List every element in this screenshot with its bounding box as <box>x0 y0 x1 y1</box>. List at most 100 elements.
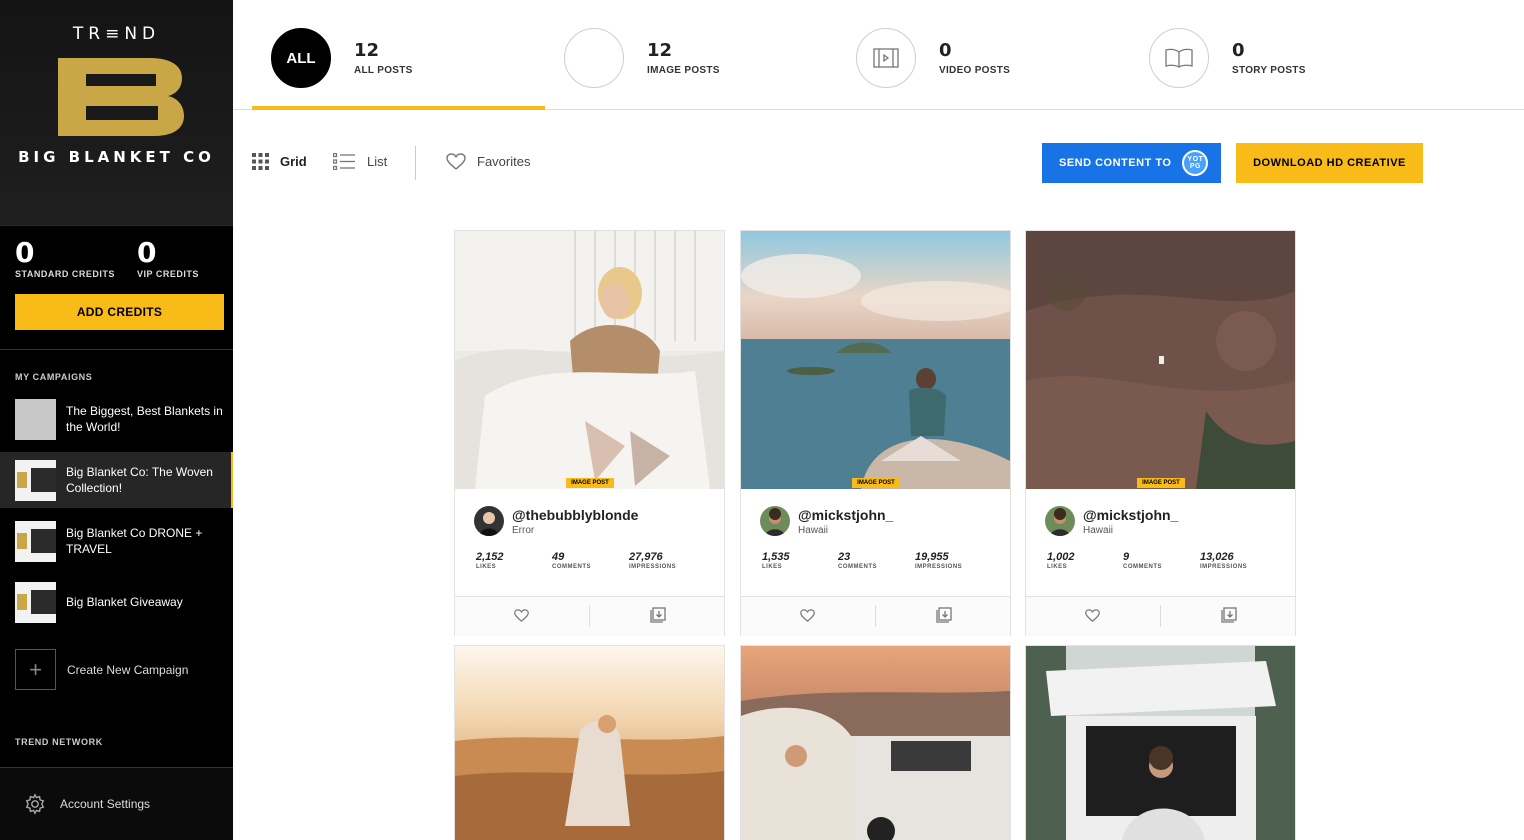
plus-icon: + <box>15 649 56 690</box>
credits-panel: 0 STANDARD CREDITS 0 VIP CREDITS ADD CRE… <box>0 226 233 350</box>
standard-credits-label: STANDARD CREDITS <box>15 269 115 279</box>
comments-label: COMMENTS <box>1123 564 1162 570</box>
post-author[interactable]: @mickstjohn_ Hawaii <box>1045 506 1178 536</box>
post-handle: @thebubblyblonde <box>512 506 639 523</box>
campaign-thumbnail <box>15 459 56 501</box>
post-author[interactable]: @mickstjohn_ Hawaii <box>760 506 893 536</box>
send-content-label: SEND CONTENT TO <box>1059 157 1172 169</box>
vip-credits-label: VIP CREDITS <box>137 269 199 279</box>
campaign-label: Big Blanket Co DRONE + TRAVEL <box>66 526 203 556</box>
impressions-count: 19,955 <box>915 551 949 563</box>
post-handle: @mickstjohn_ <box>1083 506 1179 523</box>
create-new-campaign[interactable]: + Create New Campaign <box>15 649 188 690</box>
campaign-item[interactable]: Big Blanket Giveaway <box>0 574 233 630</box>
campaign-item[interactable]: The Biggest, Best Blankets in the World! <box>0 391 233 447</box>
tab-story-posts[interactable]: 0 STORY POSTS <box>1149 28 1306 88</box>
favorites-filter[interactable]: Favorites <box>446 153 530 170</box>
post-location: Hawaii <box>1083 524 1114 536</box>
likes-label: LIKES <box>1047 564 1068 570</box>
toolbar-divider <box>415 146 416 180</box>
avatar <box>474 506 504 536</box>
impressions-count: 13,026 <box>1200 551 1234 563</box>
favorite-heart-icon[interactable] <box>800 609 815 622</box>
post-image[interactable] <box>1026 646 1295 840</box>
post-card[interactable]: IMAGE POST @thebubblyblonde Error 2,152 L… <box>454 230 725 636</box>
campaign-item-active[interactable]: Big Blanket Co: The Woven Collection! <box>0 452 233 508</box>
download-hd-button[interactable]: DOWNLOAD HD CREATIVE <box>1236 143 1423 183</box>
image-post-badge: IMAGE POST <box>566 478 614 488</box>
post-card[interactable] <box>1025 645 1296 840</box>
comments-count: 23 <box>838 551 851 563</box>
image-post-badge: IMAGE POST <box>1137 478 1185 488</box>
tab-count: 12 <box>647 40 673 61</box>
likes-count: 2,152 <box>476 551 504 563</box>
post-image[interactable] <box>1026 231 1295 489</box>
post-image[interactable] <box>741 646 1010 840</box>
download-icon[interactable] <box>936 607 952 623</box>
post-card[interactable] <box>740 645 1011 840</box>
impressions-label: IMPRESSIONS <box>1200 564 1248 570</box>
avatar <box>1045 506 1075 536</box>
yotpo-badge-icon: YOT PG <box>1182 150 1209 176</box>
post-author[interactable]: @thebubblyblonde Error <box>474 506 638 536</box>
post-location: Error <box>512 524 535 536</box>
post-card[interactable]: IMAGE POST @mickstjohn_ Hawaii 1,535 LIKE… <box>740 230 1011 636</box>
post-type-tabs: ALL 12 ALL POSTS 12 IMAGE POSTS 0 VIDEO … <box>233 0 1524 110</box>
tab-count: 0 <box>939 40 952 61</box>
avatar <box>760 506 790 536</box>
likes-count: 1,535 <box>762 551 790 563</box>
post-card[interactable]: IMAGE POST @mickstjohn_ Hawaii 1,002 LIKE… <box>1025 230 1296 636</box>
tab-count: 0 <box>1232 40 1245 61</box>
favorites-label: Favorites <box>477 154 531 169</box>
standard-credits: 0 STANDARD CREDITS <box>15 236 115 279</box>
campaign-thumbnail <box>15 398 56 440</box>
likes-label: LIKES <box>476 564 497 570</box>
send-content-button[interactable]: SEND CONTENT TO YOT PG <box>1042 143 1221 183</box>
standard-credits-value: 0 <box>15 236 35 269</box>
trend-wordmark: TR≡ND <box>72 24 161 44</box>
tab-image-posts[interactable]: 12 IMAGE POSTS <box>564 28 720 88</box>
list-icon <box>333 153 355 170</box>
all-circle: ALL <box>271 28 331 88</box>
download-icon[interactable] <box>1221 607 1237 623</box>
campaign-label: The Biggest, Best Blankets in the World! <box>66 404 223 434</box>
download-icon[interactable] <box>650 607 666 623</box>
create-new-campaign-label: Create New Campaign <box>67 662 189 677</box>
tab-video-posts[interactable]: 0 VIDEO POSTS <box>856 28 1010 88</box>
comments-count: 49 <box>552 551 565 563</box>
campaign-label: Big Blanket Co: The Woven Collection! <box>66 465 213 495</box>
post-image[interactable] <box>741 231 1010 489</box>
grid-label: Grid <box>280 154 307 169</box>
add-credits-button[interactable]: ADD CREDITS <box>15 294 224 330</box>
impressions-count: 27,976 <box>629 551 663 563</box>
impressions-label: IMPRESSIONS <box>915 564 963 570</box>
list-view-toggle[interactable]: List <box>333 153 387 170</box>
favorite-heart-icon[interactable] <box>1085 609 1100 622</box>
likes-count: 1,002 <box>1047 551 1075 563</box>
account-settings-link[interactable]: Account Settings <box>0 767 233 840</box>
post-image[interactable] <box>455 646 724 840</box>
tab-all-posts[interactable]: ALL 12 ALL POSTS <box>271 28 413 88</box>
post-image[interactable] <box>455 231 724 489</box>
campaign-thumbnail <box>15 520 56 562</box>
post-handle: @mickstjohn_ <box>798 506 894 523</box>
brand-logo[interactable]: TR≡ND BIG BLANKET CO <box>0 0 233 226</box>
post-card[interactable] <box>454 645 725 840</box>
campaign-label: Big Blanket Giveaway <box>66 595 183 609</box>
vip-credits: 0 VIP CREDITS <box>137 236 199 279</box>
gear-icon <box>25 793 45 815</box>
grid-view-toggle[interactable]: Grid <box>252 153 307 170</box>
tab-label: STORY POSTS <box>1232 65 1306 76</box>
post-location: Hawaii <box>798 524 829 536</box>
sidebar: TR≡ND BIG BLANKET CO 0 STANDARD CREDITS … <box>0 0 233 840</box>
vip-credits-value: 0 <box>137 236 157 269</box>
comments-count: 9 <box>1123 551 1130 563</box>
book-icon <box>1149 28 1209 88</box>
campaign-item[interactable]: Big Blanket Co DRONE + TRAVEL <box>0 513 233 569</box>
comments-label: COMMENTS <box>838 564 877 570</box>
tab-count: 12 <box>354 40 380 61</box>
likes-label: LIKES <box>762 564 783 570</box>
active-tab-underline <box>252 106 545 110</box>
post-actions <box>741 596 1010 636</box>
favorite-heart-icon[interactable] <box>514 609 529 622</box>
